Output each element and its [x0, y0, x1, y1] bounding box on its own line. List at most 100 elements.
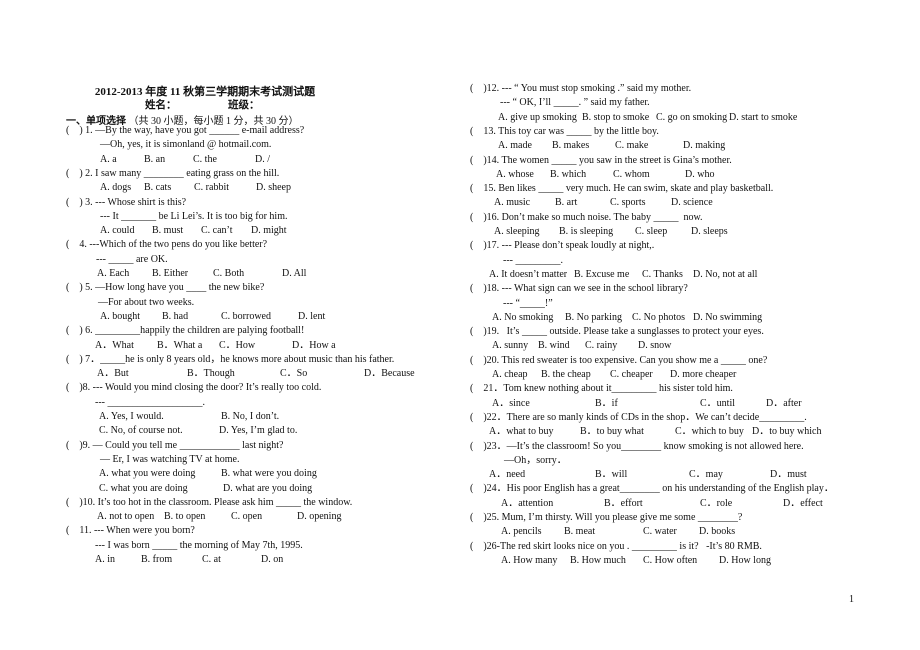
dialogue-line: --- “ OK, I’ll _____. ” said my father.	[500, 97, 650, 109]
answer-option: D. How long	[719, 554, 771, 566]
answer-option: D. Yes, I’m glad to.	[219, 425, 298, 437]
question-line: ( )17. --- Please don’t speak loudly at …	[470, 240, 655, 252]
answer-option: A. pencils	[501, 526, 542, 538]
answer-option: B. an	[144, 153, 166, 165]
answer-option: A．But	[97, 368, 129, 380]
answer-option: B. stop to smoke	[582, 111, 650, 123]
question-line: ( ) 7．_____he is only 8 years old，he kno…	[66, 353, 395, 365]
answer-option: C．which to buy	[675, 426, 744, 438]
question-line: ( ) 6. _________happily the children are…	[66, 325, 305, 337]
answer-option: C．may	[689, 469, 723, 481]
answer-option: C. How often	[643, 554, 698, 566]
answer-option: D. who	[685, 168, 715, 180]
answer-option: A. sleeping	[494, 226, 540, 237]
page-title: 2012-2013 年度 11 秋第三学期期末考试测试题	[94, 86, 316, 98]
answer-option: C. sleep	[635, 226, 668, 237]
answer-option: C. Thanks	[642, 268, 683, 280]
question-line: ( )20. This red sweater is too expensive…	[470, 354, 768, 366]
answer-option: D. sleeps	[691, 226, 728, 237]
answer-option: B．Though	[187, 368, 235, 380]
answer-option: C. Both	[213, 268, 245, 279]
question-line: ( 13. This toy car was _____ by the litt…	[470, 125, 659, 137]
answer-option: D. lent	[298, 310, 326, 322]
dialogue-line: --- “_____!”	[503, 297, 553, 309]
answer-option: D. start to smoke	[729, 111, 798, 123]
answer-option: C. cheaper	[610, 369, 653, 380]
answer-option: D. All	[282, 268, 307, 279]
answer-option: D. snow	[638, 340, 672, 352]
dialogue-line: --- ___________________.	[95, 396, 205, 408]
answer-option: D．Because	[364, 368, 415, 380]
answer-option: C. go on smoking	[656, 111, 728, 123]
question-line: ( )23．—It’s the classroom! So you_______…	[470, 440, 804, 452]
answer-option: A. what you were doing	[99, 468, 196, 480]
answer-option: D. opening	[297, 511, 342, 523]
answer-option: C. whom	[613, 168, 650, 180]
answer-option: A. in	[95, 554, 115, 565]
answer-option: B. How much	[570, 554, 626, 566]
answer-option: B. is sleeping	[559, 226, 614, 237]
dialogue-line: --- _________.	[503, 254, 563, 266]
answer-option: C．role	[700, 497, 733, 509]
answer-option: D. making	[683, 140, 726, 152]
dialogue-line: --- _____ are OK.	[96, 253, 168, 265]
answer-option: A．attention	[501, 497, 554, 509]
answer-option: B. meat	[564, 526, 596, 538]
answer-option: B. Either	[152, 268, 189, 279]
answer-option: B．will	[595, 469, 628, 481]
answer-option: A. It doesn’t matter	[489, 268, 568, 280]
question-line: ( )16. Don’t make so much noise. The bab…	[470, 211, 703, 223]
answer-option: A. No smoking	[492, 311, 554, 323]
answer-option: B. which	[550, 168, 587, 180]
question-line: ( )14. The women _____ you saw in the st…	[470, 154, 732, 166]
answer-option: A. dogs	[100, 182, 132, 194]
question-line: ( )12. --- “ You must stop smoking .” sa…	[470, 83, 692, 94]
answer-option: C. sports	[610, 197, 646, 209]
question-line: ( 21．Tom knew nothing about it_________ …	[470, 383, 733, 395]
answer-option: B. No, I don’t.	[221, 411, 280, 422]
answer-option: C. the	[193, 153, 217, 165]
answer-option: D．effect	[783, 497, 823, 509]
class-label: 班级：	[228, 100, 260, 111]
answer-option: D. /	[255, 153, 270, 165]
answer-option: B．to buy what	[580, 426, 644, 438]
answer-option: D．must	[770, 469, 807, 481]
answer-option: C. open	[231, 511, 263, 523]
question-line: ( )9. — Could you tell me ____________ l…	[66, 439, 284, 451]
answer-option: C. No photos	[632, 311, 686, 323]
answer-option: A. sunny	[492, 340, 529, 352]
answer-option: A. Each	[97, 268, 130, 279]
question-line: ( 4. ---Which of the two pens do you lik…	[66, 239, 268, 251]
answer-option: A. music	[494, 197, 531, 209]
question-line: ( 15. Ben likes _____ very much. He can …	[470, 183, 774, 195]
answer-option: D. on	[261, 554, 284, 565]
answer-option: A．since	[492, 397, 530, 409]
answer-option: C. water	[643, 526, 677, 538]
answer-option: B. No parking	[565, 311, 622, 323]
answer-option: C. at	[202, 554, 221, 565]
answer-option: D．after	[766, 397, 802, 409]
answer-option: D. more cheaper	[670, 369, 737, 380]
answer-option: A. Yes, I would.	[99, 411, 164, 422]
answer-option: B. art	[555, 197, 578, 209]
answer-option: C. can’t	[201, 225, 233, 237]
page-number: 1	[849, 594, 854, 605]
dialogue-line: —Oh，sorry．	[504, 454, 567, 466]
answer-option: A. made	[498, 140, 532, 152]
answer-option: B．What a	[157, 339, 203, 351]
answer-option: B. must	[152, 225, 184, 237]
answer-option: B. makes	[552, 140, 590, 152]
answer-option: A. could	[100, 225, 135, 237]
answer-option: A. bought	[100, 310, 140, 322]
answer-option: D. what are you doing	[223, 482, 313, 494]
question-line: ( )19. It’s _____ outside. Please take a…	[470, 326, 764, 338]
question-line: ( )10. It’s too hot in the classroom. Pl…	[66, 496, 353, 508]
answer-option: C．So	[280, 368, 308, 380]
question-line: ( )25. Mum, I’m thirsty. Will you please…	[470, 512, 743, 523]
answer-option: C. rainy	[585, 340, 618, 352]
question-line: ( )18. --- What sign can we see in the s…	[470, 283, 688, 295]
answer-option: B. had	[162, 310, 189, 322]
answer-option: B. cats	[144, 182, 172, 194]
answer-option: A. cheap	[492, 369, 528, 380]
answer-option: A．need	[489, 469, 526, 481]
